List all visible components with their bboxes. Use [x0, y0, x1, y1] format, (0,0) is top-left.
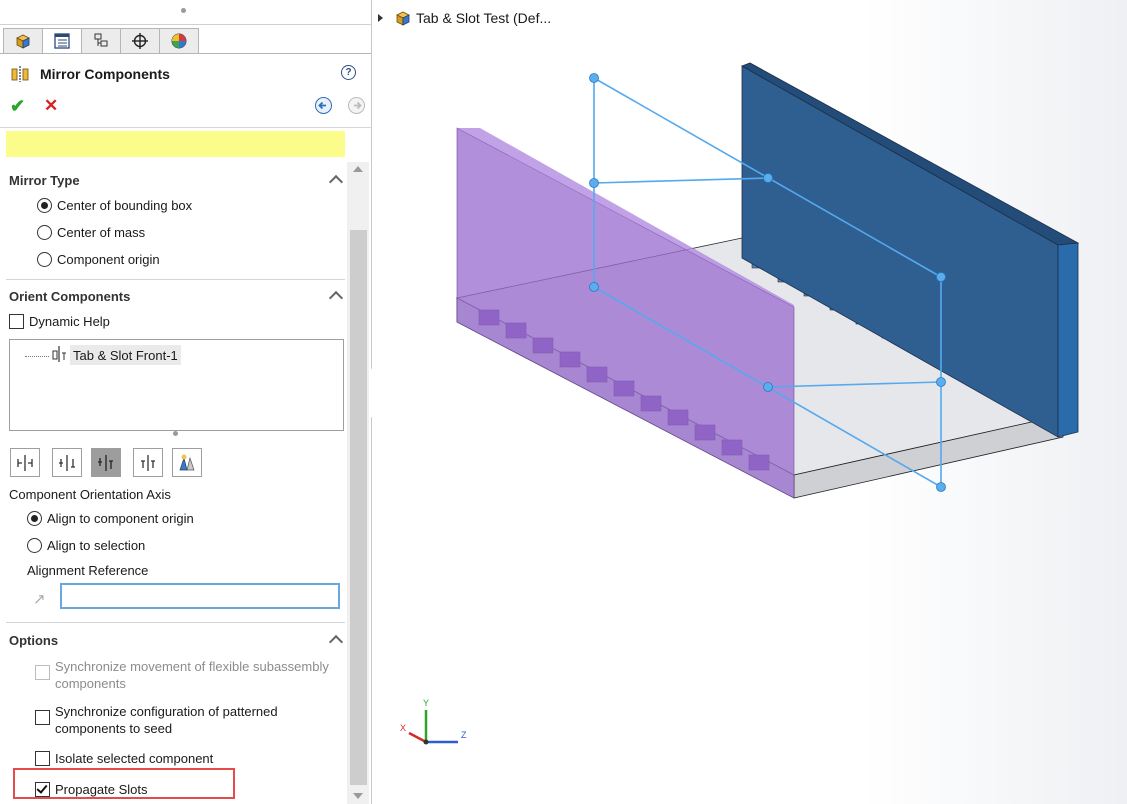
property-manager-panel: Mirror Components ? ✔ ✕ Mirror Type Cent… [0, 0, 372, 804]
checkbox-label: components [55, 676, 126, 691]
tab-display-manager[interactable] [160, 28, 199, 54]
checkbox[interactable] [35, 751, 50, 766]
help-icon[interactable]: ? [341, 65, 356, 80]
orient-mirror-xy-button[interactable] [133, 448, 163, 477]
coordinate-triad: Y Z X [400, 698, 467, 745]
orient-mirror-x-button[interactable] [10, 448, 40, 477]
z-axis-label: Z [461, 730, 467, 740]
configuration-icon [94, 33, 108, 47]
checkbox-label: Synchronize configuration of patterned [55, 704, 278, 719]
highlight-annotation [13, 768, 235, 799]
checkbox-label: Synchronize movement of flexible subasse… [55, 659, 329, 674]
sync-flexible-checkbox: Synchronize movement of flexible subasse… [35, 658, 329, 692]
collapse-mirror-type-icon[interactable] [328, 174, 344, 190]
mirror-components-icon [11, 66, 29, 82]
checkbox-label: components to seed [55, 721, 173, 736]
create-opposite-hand-button[interactable] [172, 448, 202, 477]
checkbox[interactable] [9, 314, 24, 329]
tab-dimxpert-manager[interactable] [121, 28, 160, 54]
blue-plate-end [1057, 242, 1079, 438]
ok-check-icon[interactable]: ✔ [10, 96, 25, 117]
radio-label: Align to selection [47, 538, 146, 553]
y-axis-label: Y [423, 698, 429, 708]
opposite-hand-icon [179, 454, 195, 470]
radio-label: Align to component origin [47, 511, 194, 526]
radio-button[interactable] [27, 538, 42, 553]
checkbox-label: Dynamic Help [29, 314, 110, 329]
radio-center-bounding-box[interactable]: Center of bounding box [37, 198, 192, 213]
scroll-up-arrow-icon[interactable] [353, 166, 363, 172]
isolate-component-checkbox[interactable]: Isolate selected component [35, 751, 213, 766]
orient-option-icon [59, 454, 75, 471]
list-item-label: Tab & Slot Front-1 [73, 347, 178, 363]
alignment-reference-field[interactable] [60, 583, 340, 609]
x-axis-label: X [400, 723, 406, 733]
radio-button[interactable] [37, 252, 52, 267]
orient-option-icon [98, 454, 113, 471]
panel-title-row: Mirror Components ? [10, 63, 360, 85]
mirrored-component-icon [52, 346, 66, 362]
tab-feature-manager[interactable] [3, 28, 43, 54]
cancel-x-icon[interactable]: ✕ [44, 96, 58, 116]
radio-label: Center of bounding box [57, 198, 193, 213]
orient-mirror-y-button[interactable] [52, 448, 82, 477]
radio-align-selection[interactable]: Align to selection [27, 538, 145, 553]
alignment-reference-label: Alignment Reference [27, 563, 149, 578]
components-listbox[interactable]: Tab & Slot Front-1 [9, 339, 344, 431]
model-scene[interactable]: Y Z X [372, 0, 1127, 804]
collapse-orient-components-icon[interactable] [328, 290, 344, 306]
options-heading: Options [9, 633, 59, 648]
part-cube-icon [16, 34, 30, 49]
orient-components-heading: Orient Components [9, 289, 131, 304]
tab-property-manager[interactable] [43, 28, 82, 54]
dynamic-help-checkbox[interactable]: Dynamic Help [9, 314, 110, 329]
checkbox [35, 665, 50, 680]
collapse-options-icon[interactable] [328, 634, 344, 650]
list-item[interactable]: Tab & Slot Front-1 [70, 345, 181, 365]
checkbox[interactable] [35, 710, 50, 725]
tab-configuration-manager[interactable] [82, 28, 121, 54]
radio-button[interactable] [27, 511, 42, 526]
checkbox-label: Isolate selected component [55, 751, 214, 766]
radio-button[interactable] [37, 225, 52, 240]
radio-component-origin[interactable]: Component origin [37, 252, 160, 267]
sync-configuration-checkbox[interactable]: Synchronize configuration of patterned c… [35, 703, 278, 737]
mirror-type-heading: Mirror Type [9, 173, 80, 188]
manager-tabs [3, 28, 199, 54]
message-bar [6, 131, 345, 157]
radio-button[interactable] [37, 198, 52, 213]
panel-grip[interactable] [181, 8, 186, 13]
property-list-icon [54, 33, 70, 49]
previous-page-icon[interactable] [315, 97, 332, 114]
orient-mirror-z-button[interactable] [91, 448, 121, 477]
appearance-sphere-icon [171, 33, 187, 49]
listbox-resize-handle[interactable] [173, 431, 178, 436]
orient-option-icon [141, 454, 155, 471]
scroll-down-arrow-icon[interactable] [353, 793, 363, 799]
crosshair-icon [132, 33, 148, 49]
orientation-axis-label: Component Orientation Axis [9, 487, 171, 502]
page-title: Mirror Components [40, 66, 170, 82]
reference-arrow-icon: ↗ [33, 591, 46, 608]
radio-center-of-mass[interactable]: Center of mass [37, 225, 145, 240]
radio-label: Center of mass [57, 225, 146, 240]
scrollbar-thumb[interactable] [350, 230, 367, 785]
next-page-icon[interactable] [348, 97, 365, 114]
radio-label: Component origin [57, 252, 160, 267]
orient-option-icon [17, 454, 33, 471]
radio-align-component-origin[interactable]: Align to component origin [27, 511, 194, 526]
